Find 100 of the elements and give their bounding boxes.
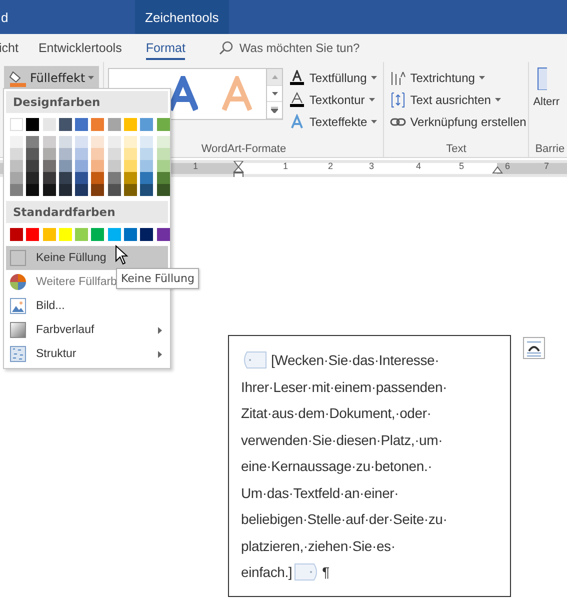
right-indent-marker-icon[interactable]	[492, 166, 503, 174]
color-swatch[interactable]	[58, 148, 72, 160]
color-swatch[interactable]	[10, 184, 23, 196]
mouse-pointer-icon	[115, 245, 129, 265]
color-swatch[interactable]	[91, 136, 104, 148]
color-swatch[interactable]	[108, 172, 121, 184]
color-swatch[interactable]	[75, 118, 88, 131]
color-swatch[interactable]	[140, 136, 154, 148]
color-swatch[interactable]	[42, 228, 56, 241]
color-swatch[interactable]	[10, 172, 23, 184]
ribbon-tab[interactable]: Entwicklertools	[38, 36, 122, 60]
search-field[interactable]: Was möchten Sie tun?	[239, 41, 360, 55]
layout-options-icon[interactable]	[523, 337, 545, 359]
text-command-button[interactable]: Text ausrichten	[388, 90, 528, 109]
menu-item[interactable]: Bild...	[6, 294, 168, 318]
color-swatch[interactable]	[75, 136, 88, 148]
color-swatch[interactable]	[124, 148, 138, 160]
color-swatch[interactable]	[91, 172, 104, 184]
color-swatch[interactable]	[42, 184, 56, 196]
text-command-button[interactable]: Textrichtung	[388, 68, 528, 87]
fill-effect-button[interactable]: Fülleffekt	[4, 66, 100, 90]
color-swatch[interactable]	[75, 148, 88, 160]
color-swatch[interactable]	[91, 118, 104, 131]
color-swatch[interactable]	[10, 228, 23, 241]
ribbon-tab[interactable]: icht	[0, 36, 18, 60]
text-box[interactable]	[228, 335, 511, 597]
color-swatch[interactable]	[108, 228, 121, 241]
color-swatch[interactable]	[26, 172, 40, 184]
color-swatch[interactable]	[42, 136, 56, 148]
color-swatch[interactable]	[58, 184, 72, 196]
color-swatch[interactable]	[108, 160, 121, 172]
color-swatch[interactable]	[156, 136, 170, 148]
menu-item[interactable]: Keine Füllung	[6, 246, 168, 270]
color-swatch[interactable]	[42, 118, 56, 131]
menu-item[interactable]: Farbverlauf	[6, 318, 168, 342]
color-swatch[interactable]	[42, 160, 56, 172]
color-swatch[interactable]	[140, 228, 154, 241]
color-swatch[interactable]	[108, 148, 121, 160]
color-swatch[interactable]	[124, 136, 138, 148]
color-swatch[interactable]	[58, 118, 72, 131]
scroll-down-button[interactable]	[267, 86, 282, 102]
color-swatch[interactable]	[156, 228, 170, 241]
color-swatch[interactable]	[156, 148, 170, 160]
color-swatch[interactable]	[91, 160, 104, 172]
color-swatch[interactable]	[58, 228, 72, 241]
color-swatch[interactable]	[58, 160, 72, 172]
caret-down-icon	[272, 92, 278, 96]
color-swatch[interactable]	[75, 184, 88, 196]
color-swatch[interactable]	[91, 148, 104, 160]
color-swatch[interactable]	[140, 172, 154, 184]
alt-text-button[interactable]: Alterr	[533, 96, 560, 108]
color-swatch[interactable]	[156, 118, 170, 131]
color-swatch[interactable]	[75, 160, 88, 172]
color-swatch[interactable]	[58, 136, 72, 148]
color-swatch[interactable]	[124, 172, 138, 184]
color-swatch[interactable]	[10, 148, 23, 160]
menu-item[interactable]: Struktur	[6, 342, 168, 366]
text-command-button[interactable]: Textfüllung	[287, 68, 380, 87]
quote-text: platzieren,·ziehen·Sie·es·	[241, 536, 396, 556]
color-swatch[interactable]	[26, 148, 40, 160]
text-command-button[interactable]: Texteffekte	[287, 112, 380, 131]
color-swatch[interactable]	[26, 160, 40, 172]
color-swatch[interactable]	[58, 172, 72, 184]
color-swatch[interactable]	[75, 172, 88, 184]
text-command-button[interactable]: Verknüpfung erstellen	[388, 112, 528, 131]
color-swatch[interactable]	[26, 118, 40, 131]
caret-icon	[371, 120, 378, 124]
color-swatch[interactable]	[108, 184, 121, 196]
color-swatch[interactable]	[108, 136, 121, 148]
wordart-style-icon[interactable]	[168, 76, 198, 112]
color-swatch[interactable]	[91, 228, 104, 241]
color-swatch[interactable]	[91, 184, 104, 196]
color-swatch[interactable]	[124, 184, 138, 196]
color-swatch[interactable]	[10, 118, 23, 131]
color-swatch[interactable]	[26, 184, 40, 196]
color-swatch[interactable]	[10, 160, 23, 172]
color-swatch[interactable]	[124, 118, 138, 131]
color-swatch[interactable]	[140, 160, 154, 172]
ribbon-tab[interactable]: Format	[146, 36, 186, 60]
color-swatch[interactable]	[156, 184, 170, 196]
color-swatch[interactable]	[10, 136, 23, 148]
color-swatch[interactable]	[75, 228, 88, 241]
color-swatch[interactable]	[124, 160, 138, 172]
color-swatch[interactable]	[26, 228, 40, 241]
color-swatch[interactable]	[140, 118, 154, 131]
text-align-icon	[390, 92, 406, 108]
search-icon	[219, 41, 234, 55]
indent-marker-icon[interactable]	[233, 161, 244, 178]
color-swatch[interactable]	[140, 148, 154, 160]
ruler-number: 7	[544, 161, 550, 171]
color-swatch[interactable]	[42, 172, 56, 184]
color-swatch[interactable]	[108, 118, 121, 131]
quote-text: Um·das·Textfeld·an·einer·	[241, 484, 399, 502]
color-swatch[interactable]	[156, 160, 170, 172]
color-swatch[interactable]	[124, 228, 138, 241]
text-command-button[interactable]: Textkontur	[287, 90, 380, 109]
color-swatch[interactable]	[140, 184, 154, 196]
color-swatch[interactable]	[26, 136, 40, 148]
color-swatch[interactable]	[42, 148, 56, 160]
color-swatch[interactable]	[156, 172, 170, 184]
